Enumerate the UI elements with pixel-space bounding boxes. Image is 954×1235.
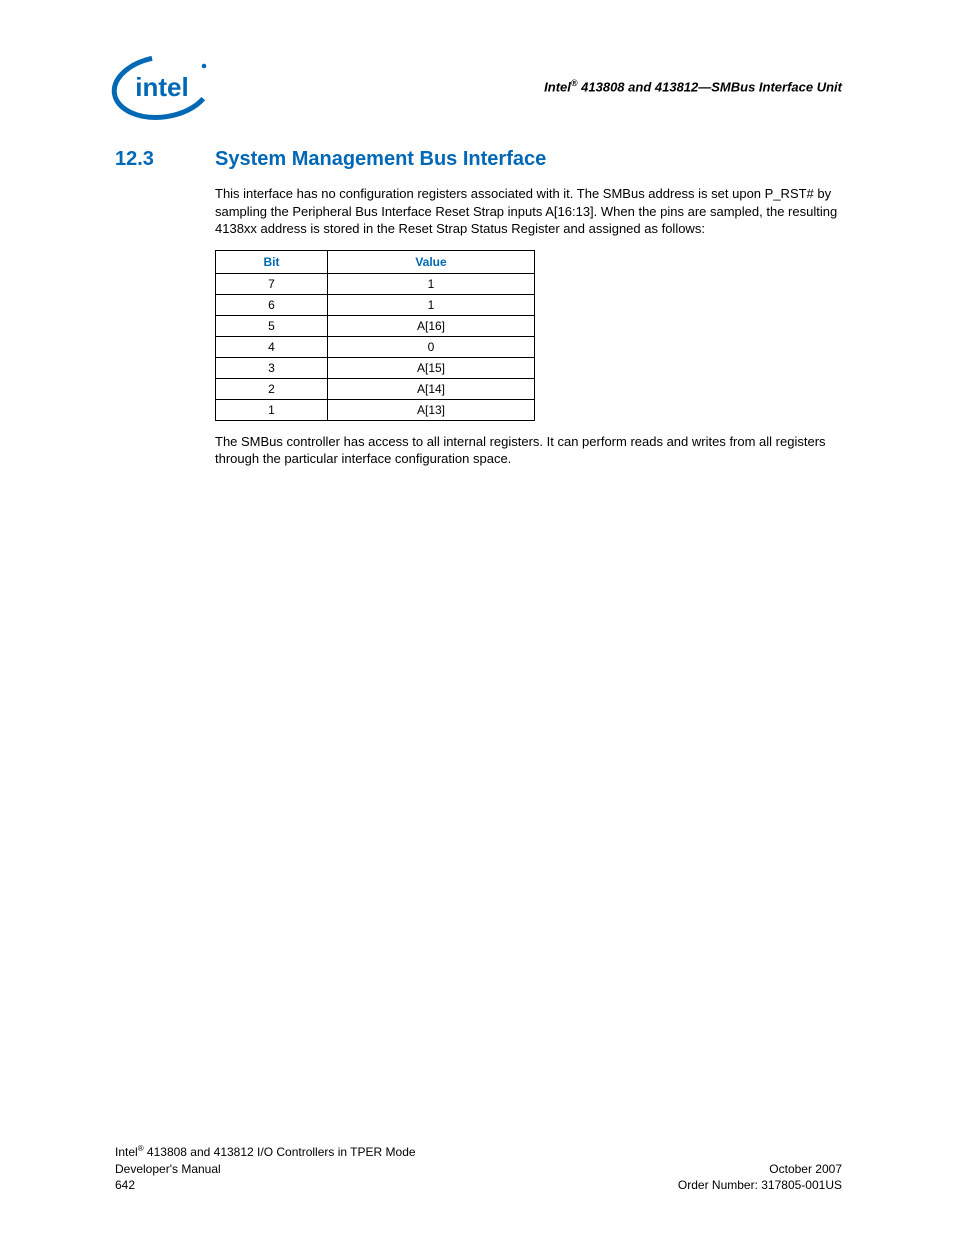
post-table-paragraph: The SMBus controller has access to all i… — [215, 433, 843, 468]
cell-bit: 6 — [216, 294, 328, 315]
cell-bit: 1 — [216, 399, 328, 420]
cell-bit: 2 — [216, 378, 328, 399]
footer-page-number: 642 — [115, 1177, 416, 1193]
cell-value: A[16] — [328, 315, 535, 336]
footer-doc-title: Intel® 413808 and 413812 I/O Controllers… — [115, 1144, 416, 1160]
cell-value: 1 — [328, 273, 535, 294]
section-title: System Management Bus Interface — [215, 148, 546, 171]
document-page: intel Intel® 413808 and 413812—SMBus Int… — [0, 0, 954, 1235]
table-row: 2 A[14] — [216, 378, 535, 399]
cell-value: A[13] — [328, 399, 535, 420]
cell-bit: 3 — [216, 357, 328, 378]
page-footer: Intel® 413808 and 413812 I/O Controllers… — [115, 1144, 842, 1193]
table-row: 5 A[16] — [216, 315, 535, 336]
cell-value: A[15] — [328, 357, 535, 378]
footer-date: October 2007 — [678, 1161, 842, 1177]
header-rest: 413808 and 413812—SMBus Interface Unit — [578, 79, 842, 94]
table-header-bit: Bit — [216, 250, 328, 273]
svg-text:intel: intel — [135, 72, 188, 102]
running-header: Intel® 413808 and 413812—SMBus Interface… — [544, 78, 842, 94]
table-header-row: Bit Value — [216, 250, 535, 273]
table-header-value: Value — [328, 250, 535, 273]
footer-manual-label: Developer's Manual — [115, 1161, 416, 1177]
footer-left: Intel® 413808 and 413812 I/O Controllers… — [115, 1144, 416, 1193]
header-brand: Intel — [544, 79, 571, 94]
table-row: 7 1 — [216, 273, 535, 294]
cell-bit: 5 — [216, 315, 328, 336]
section-number: 12.3 — [115, 148, 215, 171]
table-row: 4 0 — [216, 336, 535, 357]
footer-right: October 2007 Order Number: 317805-001US — [678, 1161, 842, 1193]
header-reg: ® — [571, 78, 578, 88]
cell-value: 0 — [328, 336, 535, 357]
footer-order-number: Order Number: 317805-001US — [678, 1177, 842, 1193]
section-heading-row: 12.3 System Management Bus Interface — [115, 148, 842, 171]
bit-value-table: Bit Value 7 1 6 1 5 A[16] 4 — [215, 250, 535, 421]
cell-bit: 7 — [216, 273, 328, 294]
table-row: 3 A[15] — [216, 357, 535, 378]
cell-value: A[14] — [328, 378, 535, 399]
intel-logo: intel — [108, 52, 216, 122]
table-row: 1 A[13] — [216, 399, 535, 420]
intro-paragraph: This interface has no configuration regi… — [215, 185, 843, 238]
cell-value: 1 — [328, 294, 535, 315]
table-row: 6 1 — [216, 294, 535, 315]
body-content: This interface has no configuration regi… — [215, 185, 843, 480]
cell-bit: 4 — [216, 336, 328, 357]
